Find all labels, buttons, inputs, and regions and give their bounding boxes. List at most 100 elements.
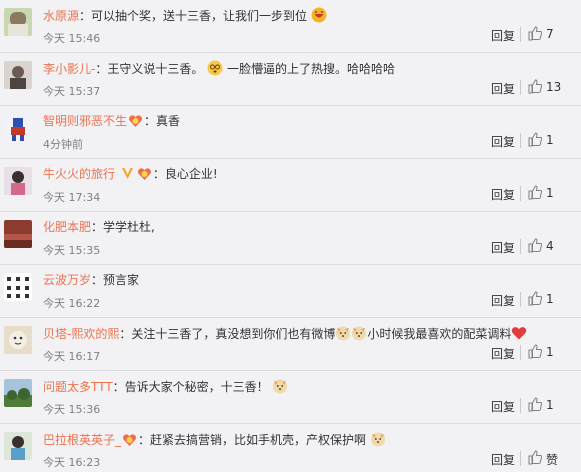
comment-row: 李小影儿-：王守义说十三香。 一脸懵逼的上了热搜。哈哈哈哈 今天 15:37 回… bbox=[0, 53, 581, 106]
avatar[interactable] bbox=[4, 326, 32, 354]
commenter-name[interactable]: 牛火火的旅行 bbox=[43, 167, 115, 181]
comment-row: 云波万岁：预言家 今天 16:22 回复 1 bbox=[0, 265, 581, 318]
avatar[interactable] bbox=[4, 61, 32, 89]
commenter-name[interactable]: 智明则邪恶不生 bbox=[43, 114, 127, 128]
comment-text-cont: 一脸懵逼的上了热搜。哈哈哈哈 bbox=[227, 62, 396, 76]
like-count: 7 bbox=[546, 27, 554, 41]
comment-text: 关注十三香了，真没想到你们也有微博 bbox=[131, 327, 336, 341]
divider bbox=[520, 451, 521, 466]
comment-time: 今天 15:46 bbox=[43, 32, 101, 45]
comment-text: 良心企业! bbox=[164, 167, 218, 181]
dazed-face-icon bbox=[207, 60, 223, 76]
comment-time: 今天 16:17 bbox=[43, 350, 101, 363]
reply-button[interactable]: 回复 bbox=[491, 398, 515, 415]
like-count: 1 bbox=[546, 292, 554, 306]
verified-v-icon bbox=[121, 168, 133, 179]
doge-face-icon bbox=[336, 326, 351, 341]
name-separator: ： bbox=[79, 9, 92, 23]
laughing-face-icon bbox=[311, 7, 327, 23]
thumbs-up-icon bbox=[528, 185, 543, 200]
divider bbox=[520, 186, 521, 201]
divider bbox=[520, 345, 521, 360]
thumbs-up-icon bbox=[528, 397, 543, 412]
like-count: 13 bbox=[546, 80, 562, 94]
like-count: 1 bbox=[546, 345, 554, 359]
commenter-name[interactable]: 水原源 bbox=[43, 9, 79, 23]
commenter-name[interactable]: 巴拉根英英子_ bbox=[43, 433, 121, 447]
reply-button[interactable]: 回复 bbox=[491, 133, 515, 150]
comment-time: 今天 17:34 bbox=[43, 191, 101, 204]
commenter-name[interactable]: 化肥本肥 bbox=[43, 220, 91, 234]
comment-row: 智明则邪恶不生 ：真香 4分钟前 回复 1 bbox=[0, 106, 581, 159]
divider bbox=[520, 398, 521, 413]
comment-text: 可以抽个奖，送十三香，让我们一步到位 bbox=[91, 9, 308, 23]
avatar[interactable] bbox=[4, 220, 32, 248]
name-separator: ： bbox=[91, 273, 104, 287]
like-count: 4 bbox=[546, 239, 554, 253]
avatar[interactable] bbox=[4, 167, 32, 195]
comment-text: 赶紧去搞营销，比如手机壳，产权保护啊 bbox=[150, 433, 367, 447]
like-count: 1 bbox=[546, 186, 554, 200]
avatar[interactable] bbox=[4, 273, 32, 301]
comment-text-cont: 小时候我最喜欢的配菜调料 bbox=[367, 327, 512, 341]
comment-row: 水原源：可以抽个奖，送十三香，让我们一步到位 今天 15:46 回复 7 bbox=[0, 0, 581, 53]
comment-time: 今天 15:35 bbox=[43, 244, 101, 257]
name-separator: ： bbox=[144, 114, 157, 128]
name-separator: ： bbox=[91, 220, 104, 234]
doge-face-icon bbox=[352, 326, 367, 341]
divider bbox=[520, 292, 521, 307]
reply-button[interactable]: 回复 bbox=[491, 239, 515, 256]
thumbs-up-icon bbox=[528, 238, 543, 253]
reply-button[interactable]: 回复 bbox=[491, 80, 515, 97]
divider bbox=[520, 239, 521, 254]
reply-button[interactable]: 回复 bbox=[491, 345, 515, 362]
divider bbox=[520, 133, 521, 148]
thumbs-up-icon bbox=[528, 132, 543, 147]
commenter-name[interactable]: 问题太多TTT bbox=[43, 380, 113, 394]
comment-text: 真香 bbox=[156, 114, 181, 128]
comment-time: 今天 15:37 bbox=[43, 85, 101, 98]
avatar[interactable] bbox=[4, 379, 32, 407]
name-separator: ： bbox=[152, 167, 165, 181]
commenter-name[interactable]: 李小影儿- bbox=[43, 62, 95, 76]
comment-row: 贝塔-熙欢的熙：关注十三香了，真没想到你们也有微博 小时候我最喜欢的配菜调料 今天… bbox=[0, 318, 581, 371]
comment-time: 今天 16:22 bbox=[43, 297, 101, 310]
comment-time: 今天 15:36 bbox=[43, 403, 101, 416]
commenter-name[interactable]: 云波万岁 bbox=[43, 273, 91, 287]
comment-list: 水原源：可以抽个奖，送十三香，让我们一步到位 今天 15:46 回复 7 李小影… bbox=[0, 0, 581, 472]
fan-badge-icon bbox=[123, 434, 136, 446]
thumbs-up-icon bbox=[528, 344, 543, 359]
thumbs-up-icon bbox=[528, 26, 543, 41]
comment-text: 王守义说十三香。 bbox=[107, 62, 204, 76]
commenter-name[interactable]: 贝塔-熙欢的熙 bbox=[43, 327, 119, 341]
name-separator: ： bbox=[112, 380, 125, 394]
reply-button[interactable]: 回复 bbox=[491, 292, 515, 309]
reply-button[interactable]: 回复 bbox=[491, 451, 515, 468]
reply-button[interactable]: 回复 bbox=[491, 186, 515, 203]
comment-row: 牛火火的旅行 ：良心企业! 今天 17:34 回复 1 bbox=[0, 159, 581, 212]
name-separator: ： bbox=[95, 62, 108, 76]
comment-text: 预言家 bbox=[103, 273, 140, 287]
like-count: 1 bbox=[546, 133, 554, 147]
comment-row: 问题太多TTT：告诉大家个秘密，十三香！ 今天 15:36 回复 1 bbox=[0, 371, 581, 424]
doge-face-icon bbox=[370, 432, 385, 447]
comment-text: 告诉大家个秘密，十三香！ bbox=[124, 380, 269, 394]
avatar[interactable] bbox=[4, 432, 32, 460]
reply-button[interactable]: 回复 bbox=[491, 27, 515, 44]
comment-time: 4分钟前 bbox=[43, 138, 83, 151]
thumbs-up-icon bbox=[528, 450, 543, 465]
thumbs-up-icon bbox=[528, 291, 543, 306]
comment-row: 巴拉根英英子_ ：赶紧去搞营销，比如手机壳，产权保护啊 今天 16:23 回复 赞 bbox=[0, 424, 581, 472]
fan-badge-icon bbox=[137, 168, 151, 180]
divider bbox=[520, 80, 521, 95]
comment-time: 今天 16:23 bbox=[43, 456, 101, 469]
name-separator: ： bbox=[138, 433, 151, 447]
name-separator: ： bbox=[119, 327, 132, 341]
like-count: 1 bbox=[546, 398, 554, 412]
thumbs-up-icon bbox=[528, 79, 543, 94]
doge-face-icon bbox=[273, 379, 288, 394]
avatar[interactable] bbox=[4, 114, 32, 142]
heart-icon bbox=[512, 327, 527, 340]
comment-row: 化肥本肥：学学杜杜, 今天 15:35 回复 4 bbox=[0, 212, 581, 265]
avatar[interactable] bbox=[4, 8, 32, 36]
